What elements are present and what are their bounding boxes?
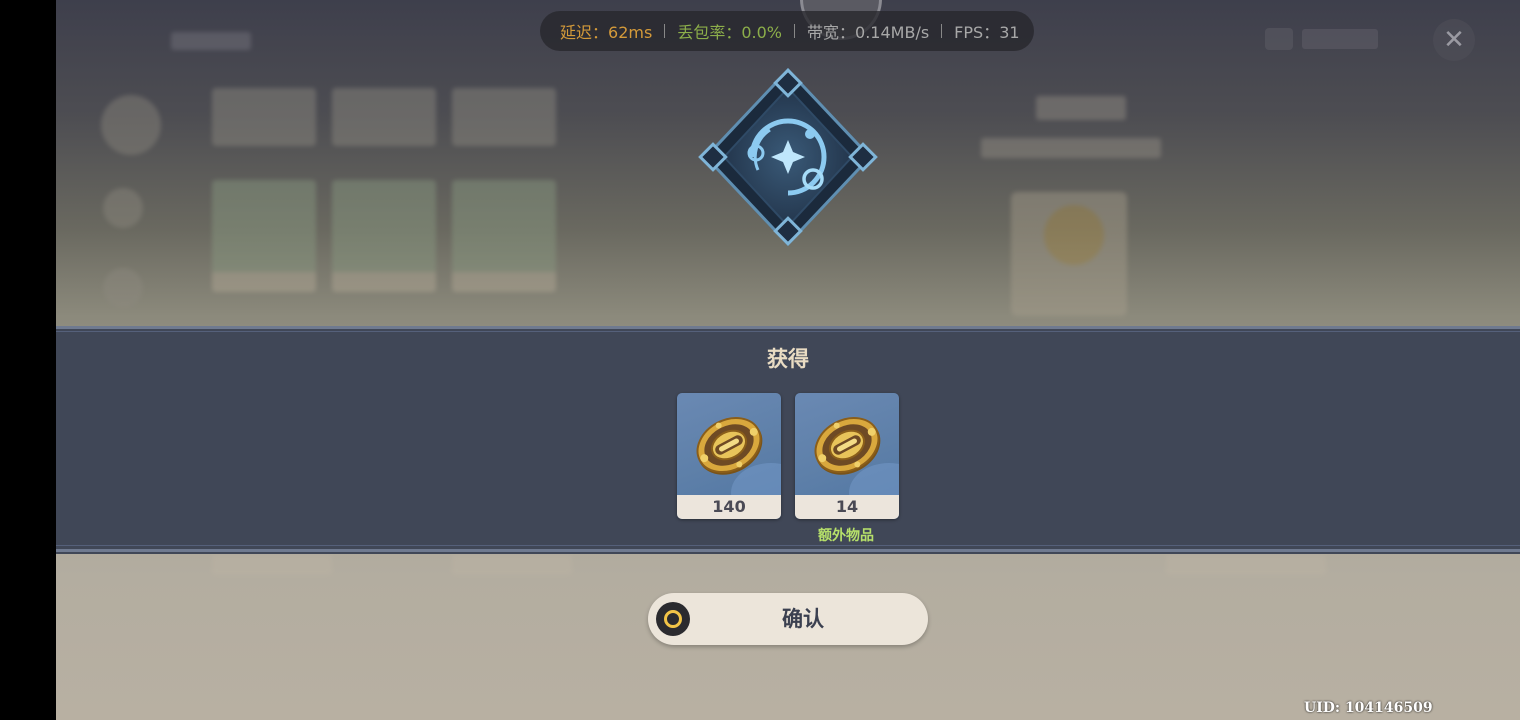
reward-item[interactable]: 140 bbox=[677, 393, 781, 519]
divider bbox=[664, 24, 666, 38]
confirm-label: 确认 bbox=[782, 607, 824, 631]
blurred-tab bbox=[212, 88, 316, 146]
item-count: 14 bbox=[795, 495, 899, 519]
blurred-tab bbox=[332, 88, 436, 146]
close-icon: ✕ bbox=[1443, 25, 1465, 55]
close-button[interactable]: ✕ bbox=[1433, 19, 1475, 61]
divider bbox=[794, 24, 795, 38]
uid-label: UID: 104146509 bbox=[1304, 700, 1433, 716]
blurred-tab bbox=[452, 88, 556, 146]
network-status-bar: 延迟：62ms 丢包率：0.0% 带宽：0.14MB/s FPS：31 bbox=[540, 11, 1034, 51]
packet-loss-readout: 丢包率：0.0% bbox=[677, 23, 782, 42]
blurred-bottom-text bbox=[1166, 555, 1326, 575]
confirm-button[interactable]: 确认 bbox=[648, 593, 928, 645]
blurred-nav-icon bbox=[103, 188, 143, 228]
blurred-item-card bbox=[452, 180, 556, 292]
gear-coin-material-icon bbox=[696, 417, 763, 475]
panel-border bbox=[56, 331, 1520, 332]
currency-icon bbox=[1265, 28, 1293, 50]
gear-coin-material-icon bbox=[814, 417, 881, 475]
bonus-item-tag: 额外物品 bbox=[818, 528, 874, 544]
item-count: 140 bbox=[677, 495, 781, 519]
reward-emblem-icon bbox=[698, 67, 878, 247]
blurred-item-card bbox=[212, 180, 316, 292]
blurred-detail-coin bbox=[1044, 205, 1104, 265]
blurred-detail-subtitle bbox=[981, 138, 1161, 158]
panel-border bbox=[56, 545, 1520, 546]
panel-border bbox=[56, 549, 1520, 552]
divider bbox=[941, 24, 943, 38]
bandwidth-readout: 带宽：0.14MB/s bbox=[807, 23, 930, 42]
panel-border bbox=[56, 326, 1520, 329]
blurred-bottom-text bbox=[212, 555, 332, 575]
reward-title: 获得 bbox=[767, 347, 809, 371]
letterbox-left bbox=[0, 0, 56, 720]
game-screen: ✕ 延迟：62ms 丢包率：0.0% 带宽：0.14MB/s FPS：31 获得… bbox=[0, 0, 1520, 720]
reward-item[interactable]: 14 bbox=[795, 393, 899, 519]
blurred-nav-icon bbox=[101, 95, 161, 155]
blurred-nav-icon bbox=[103, 268, 143, 308]
blurred-bottom-text bbox=[452, 555, 572, 575]
blurred-header bbox=[171, 32, 251, 50]
currency-amount bbox=[1302, 29, 1378, 49]
blurred-item-card bbox=[332, 180, 436, 292]
fps-readout: FPS：31 bbox=[954, 23, 1020, 42]
latency-readout: 延迟：62ms bbox=[560, 23, 653, 42]
blurred-detail-title bbox=[1036, 96, 1126, 120]
